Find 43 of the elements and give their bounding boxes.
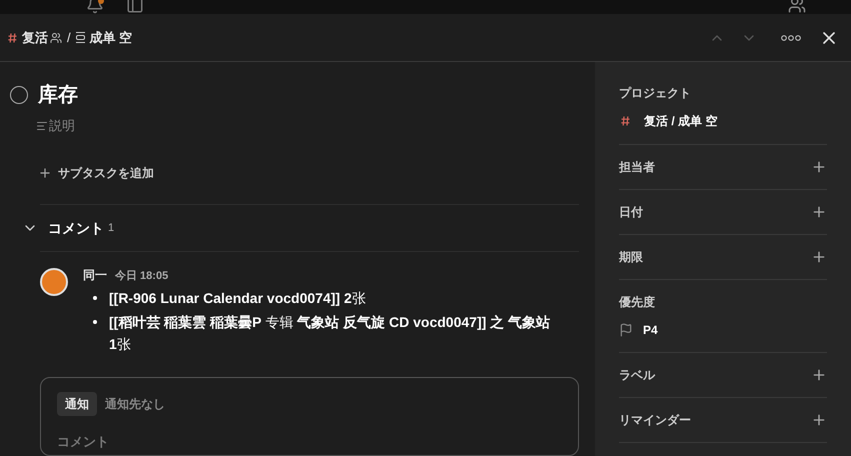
add-icon[interactable]	[811, 249, 827, 265]
add-icon[interactable]	[811, 412, 827, 428]
comment-text: [[R-906 Lunar Calendar vocd0074]] 2张	[109, 289, 366, 308]
field-label: 優先度	[619, 294, 656, 311]
people-icon[interactable]	[788, 0, 806, 14]
priority-value[interactable]: P4	[643, 321, 658, 339]
comment-editor[interactable]: 通知 通知先なし コメント	[40, 377, 579, 456]
field-label: 担当者	[619, 159, 655, 176]
complete-checkbox[interactable]	[10, 86, 28, 104]
description-icon	[36, 120, 48, 132]
notify-chip[interactable]: 通知	[57, 392, 97, 416]
section-breadcrumb[interactable]: 成单 空	[90, 28, 132, 48]
comments-heading: コメント	[48, 218, 104, 238]
project-value[interactable]: 复活 / 成单 空	[644, 112, 718, 130]
comment-input[interactable]: コメント	[57, 432, 562, 452]
breadcrumb-separator: /	[67, 28, 71, 47]
shared-icon	[50, 32, 62, 44]
comment-time: 今日 18:05	[115, 268, 168, 284]
comment-text: [[稻叶芸 稲葉雲 稲葉曇P 专辑 气象站 反气旋 CD vocd0047]] 之 气象站 1张	[109, 313, 552, 354]
field-label: 日付	[619, 204, 643, 221]
notify-recipients: 通知先なし	[105, 396, 165, 413]
sidebar-toggle-icon[interactable]	[126, 0, 144, 14]
comment-author: 同一	[83, 266, 107, 284]
field-label: 期限	[619, 249, 643, 266]
comment-count: 1	[108, 220, 114, 236]
hash-icon	[8, 32, 17, 42]
more-icon[interactable]	[781, 34, 801, 40]
flag-icon	[619, 323, 633, 337]
task-title: 库存	[38, 82, 78, 108]
description-field[interactable]: 説明	[49, 116, 75, 136]
section-icon	[76, 32, 85, 43]
hash-icon	[621, 116, 630, 126]
avatar	[40, 268, 68, 296]
project-breadcrumb[interactable]: 复活	[22, 28, 48, 48]
bell-icon[interactable]	[86, 0, 104, 14]
add-icon[interactable]	[811, 367, 827, 383]
field-label: リマインダー	[619, 412, 691, 429]
add-icon[interactable]	[811, 159, 827, 175]
project-label: プロジェクト	[619, 85, 692, 102]
add-icon[interactable]	[811, 204, 827, 220]
add-subtask-button[interactable]: サブタスクを追加	[38, 164, 579, 182]
field-label: ラベル	[619, 367, 655, 384]
plus-icon	[38, 166, 52, 180]
